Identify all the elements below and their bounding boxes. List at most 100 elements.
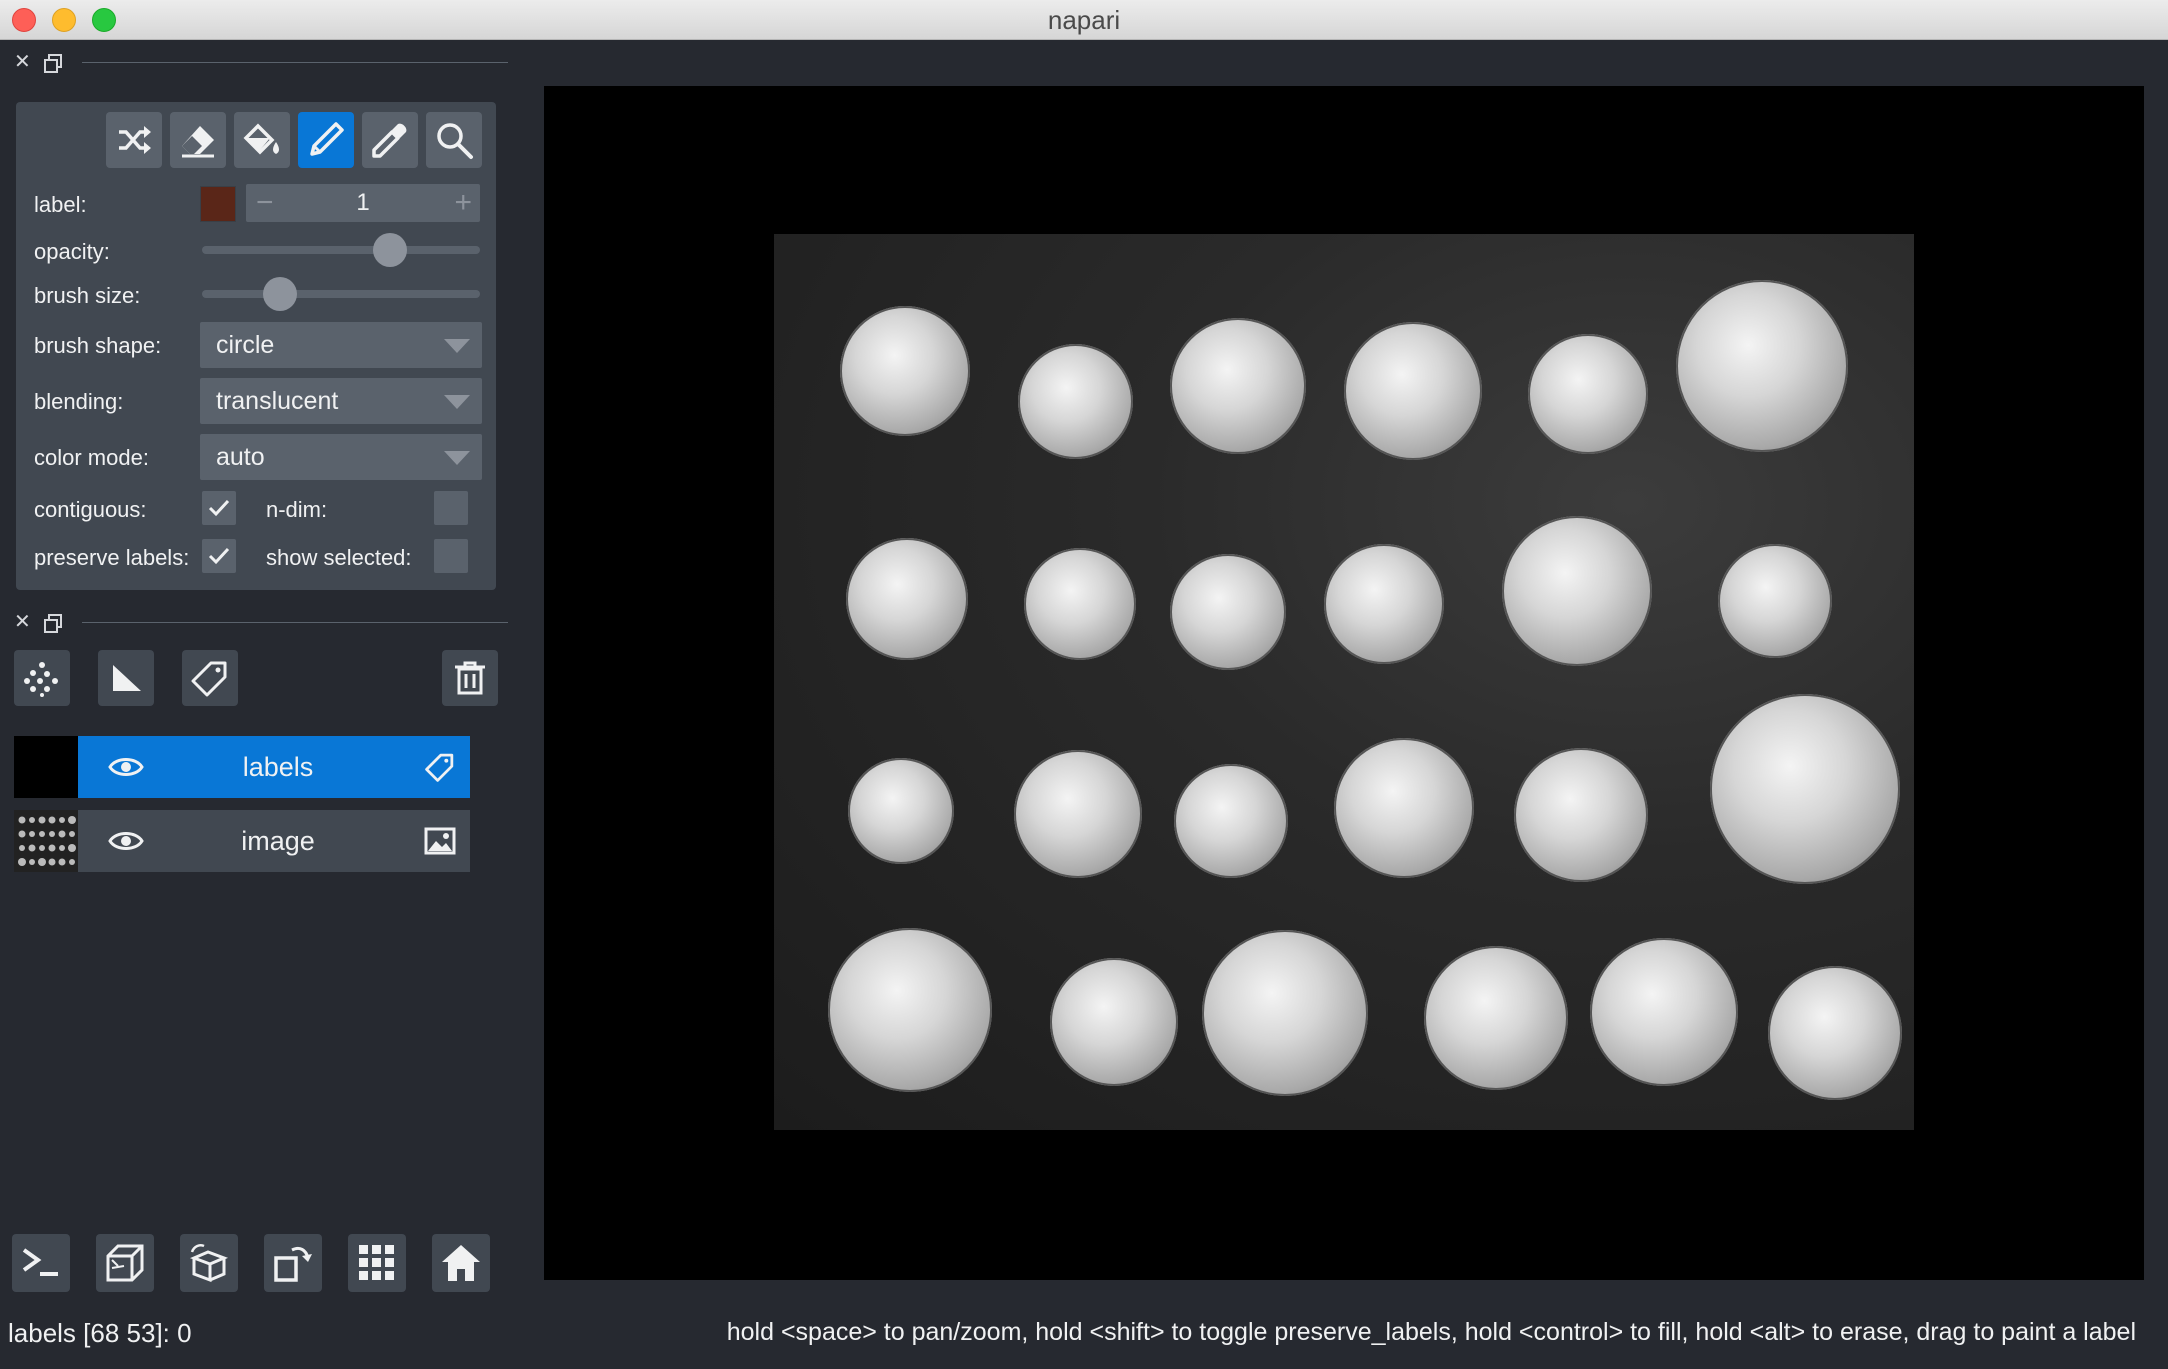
roll-cube-icon [189,1244,229,1283]
brush-shape-label: brush shape: [34,333,162,358]
ndim-label: n-dim: [266,497,328,522]
coin [1014,750,1142,878]
magnifier-icon [437,123,473,159]
coin [1324,544,1444,664]
home-button[interactable] [432,1234,490,1292]
layer-controls-panel: label: − 1 + opacity: brush size: brush … [16,102,496,590]
viewer-canvas[interactable] [544,86,2144,1280]
erase-button[interactable] [170,112,226,168]
shuffle-colors-button[interactable] [106,112,162,168]
delete-layer-button[interactable] [442,650,498,706]
cube-icon [106,1244,144,1282]
coin [1344,322,1482,460]
new-shapes-layer-button[interactable] [98,650,154,706]
shuffle-icon [119,126,151,154]
napari-window: napari ✕ label: − 1 + opacity: brush siz… [0,0,2168,1369]
show-selected-checkbox[interactable] [434,539,468,573]
layer-type-indicator [422,750,458,784]
blending-value: translucent [216,387,339,415]
label-color-swatch [200,186,236,222]
brush-shape-value: circle [216,331,275,359]
brush-shape-dropdown[interactable]: circle [200,322,482,368]
new-points-layer-button[interactable] [14,650,70,706]
checkmark-icon [208,547,230,565]
label-label: label: [34,192,87,217]
coin [1710,694,1900,884]
coin [1502,516,1652,666]
coin [1768,966,1902,1100]
paint-bucket-icon [243,123,279,155]
window-title: napari [1047,5,1121,35]
eye-icon [108,832,144,850]
layer-type-indicator [422,824,458,858]
preserve-labels-checkbox[interactable] [202,539,236,573]
close-dock-icon[interactable]: ✕ [14,610,31,634]
dock-divider [82,62,508,63]
brush-size-slider-handle[interactable] [263,277,297,311]
brush-size-slider[interactable] [202,277,480,311]
coin [1590,938,1738,1086]
paint-button[interactable] [298,112,354,168]
coin [1018,344,1133,459]
layer-controls-dock-header: ✕ [14,50,508,74]
layer-list-dock-header: ✕ [14,610,508,634]
coin [1170,554,1286,670]
layer-name[interactable]: image [158,810,398,872]
grid-icon [359,1245,394,1280]
fill-button[interactable] [234,112,290,168]
status-help: hold <space> to pan/zoom, hold <shift> t… [726,1318,2136,1346]
pan-zoom-button[interactable] [426,112,482,168]
ndim-checkbox[interactable] [434,491,468,525]
coin [1050,958,1178,1086]
color-mode-label: color mode: [34,445,149,470]
visibility-toggle[interactable] [106,824,146,858]
coin [1170,318,1306,454]
coin [1202,930,1368,1096]
contiguous-label: contiguous: [34,497,147,522]
terminal-icon [22,1248,58,1276]
coin [846,538,968,660]
new-labels-layer-button[interactable] [182,650,238,706]
float-dock-icon[interactable] [44,54,62,73]
eye-icon [108,758,144,776]
layer-row-body[interactable]: image [78,810,470,872]
layer-name[interactable]: labels [158,736,398,798]
layer-row-image[interactable]: image [14,810,470,872]
color-mode-dropdown[interactable]: auto [200,434,482,480]
points-icon [24,662,58,697]
show-selected-label: show selected: [266,545,412,570]
increment-button[interactable]: + [454,184,472,222]
close-dock-icon[interactable]: ✕ [14,50,31,74]
coin [1676,280,1848,452]
contiguous-checkbox[interactable] [202,491,236,525]
grid-view-button[interactable] [348,1234,406,1292]
layer-thumbnail [14,736,78,798]
label-spinbox[interactable]: − 1 + [246,184,480,222]
trash-icon [455,661,485,695]
opacity-slider[interactable] [202,233,480,267]
roll-dimensions-button[interactable] [180,1234,238,1292]
console-button[interactable] [12,1234,70,1292]
image-thumbnail [14,810,78,872]
blending-dropdown[interactable]: translucent [200,378,482,424]
ndisplay-button[interactable] [96,1234,154,1292]
coin [1718,544,1832,658]
layer-row-labels[interactable]: labels [14,736,470,798]
image-icon [424,827,456,855]
transpose-icon [274,1246,312,1282]
color-picker-icon [372,123,407,158]
label-tag-icon [425,753,454,782]
opacity-slider-handle[interactable] [372,233,407,267]
visibility-toggle[interactable] [106,750,146,784]
pick-color-button[interactable] [362,112,418,168]
dropdown-arrow-icon [444,395,470,409]
float-dock-icon[interactable] [44,614,62,633]
coins-image [774,234,1914,1130]
label-value[interactable]: 1 [246,184,480,222]
layer-row-body[interactable]: labels [78,736,470,798]
coin [1514,748,1648,882]
shapes-icon [113,665,141,691]
preserve-labels-label: preserve labels: [34,545,190,570]
transpose-dimensions-button[interactable] [264,1234,322,1292]
dropdown-arrow-icon [444,451,470,465]
